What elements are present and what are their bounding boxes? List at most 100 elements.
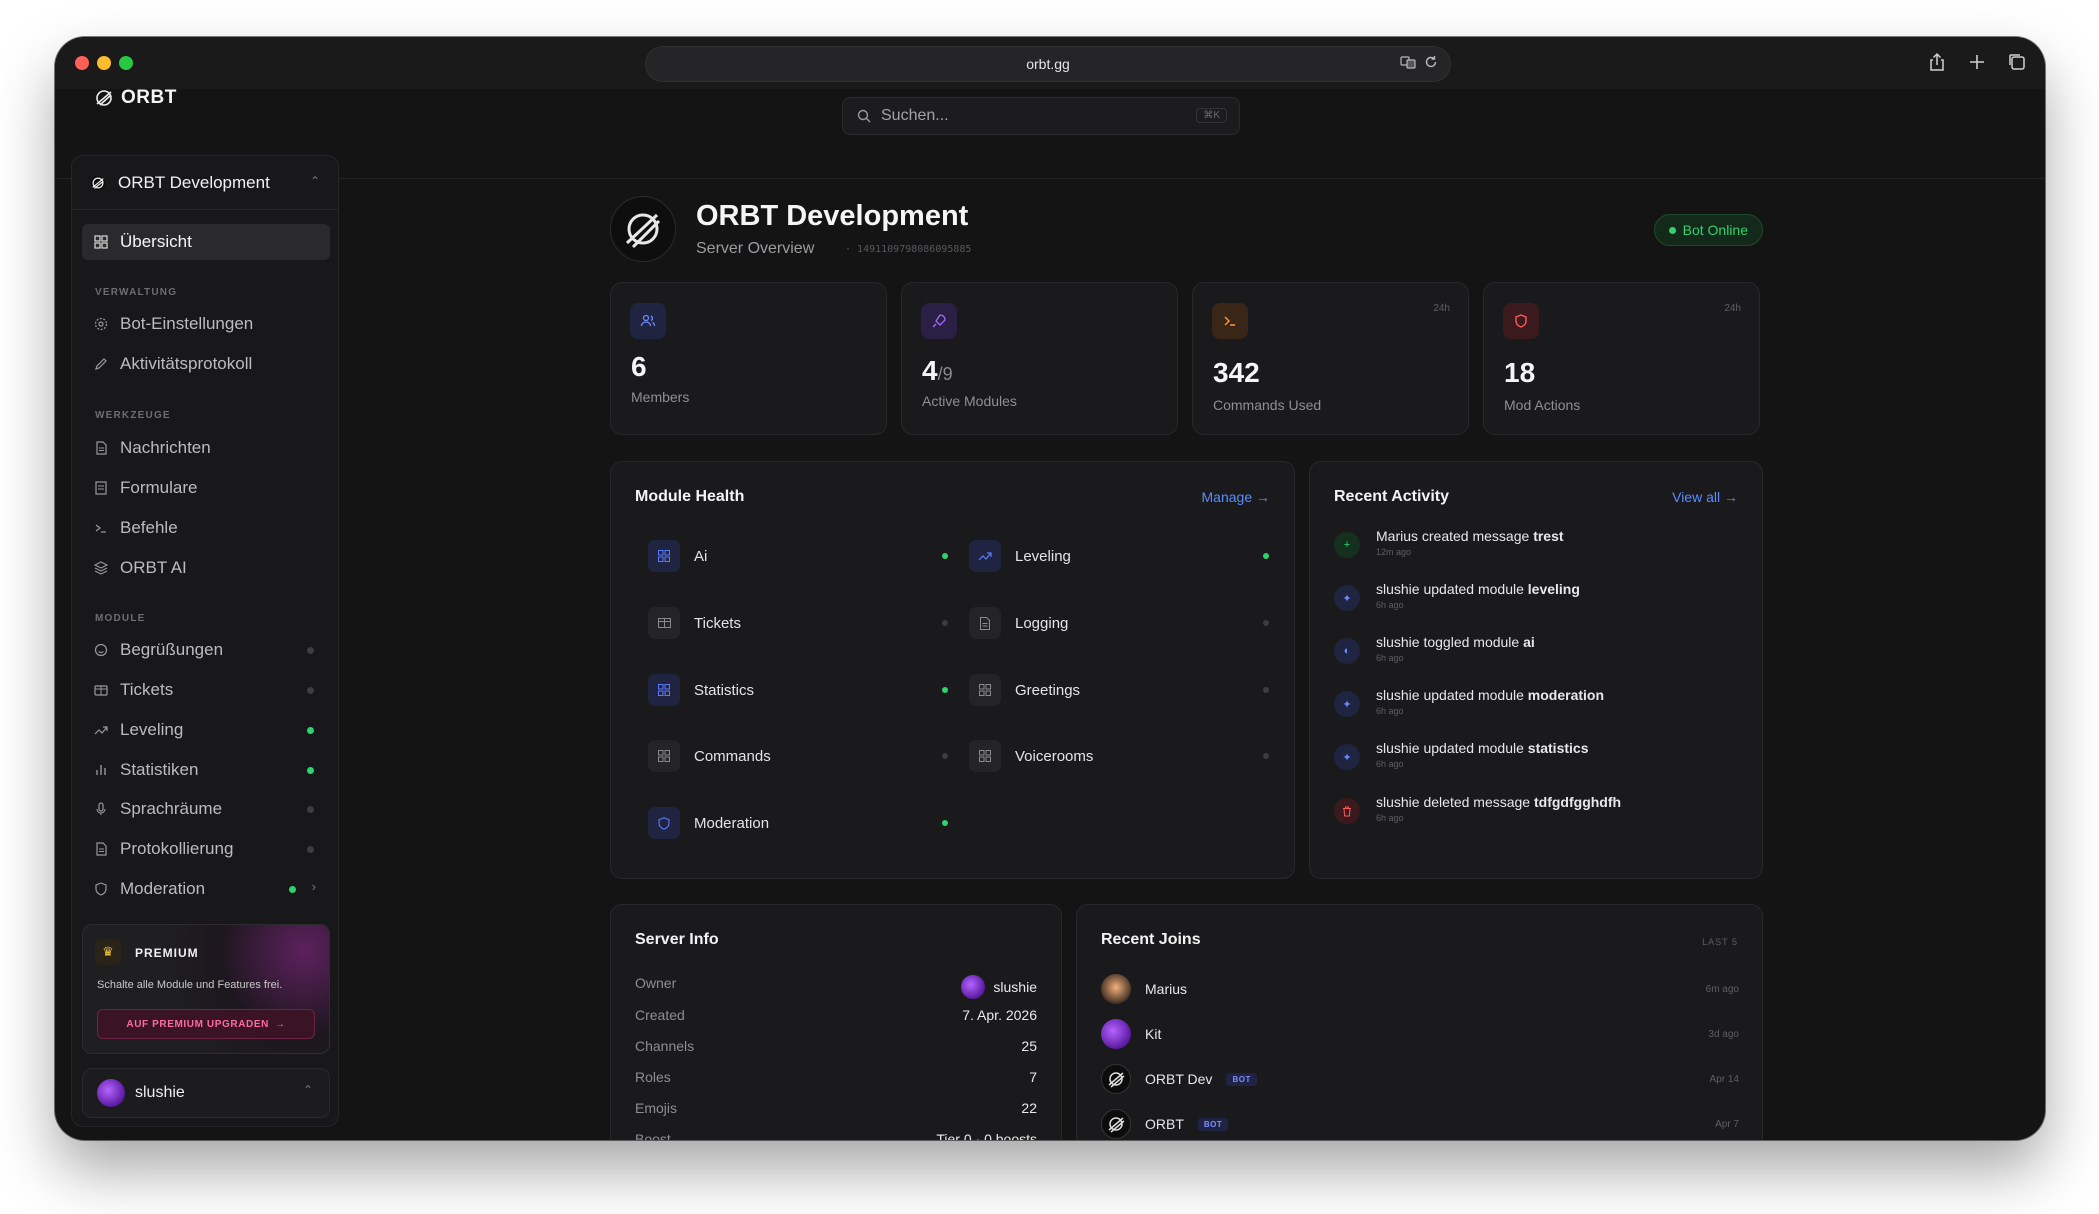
module-health-panel: Module Health Manage → Ai Leveling Ticke… <box>610 461 1295 879</box>
module-row-ai[interactable]: Ai <box>648 539 948 573</box>
trending-up-icon <box>969 540 1001 572</box>
sidebar-item-voicerooms[interactable]: Sprachräume <box>82 791 330 827</box>
activity-item: ✦ slushie updated module leveling 6h ago <box>1334 581 1734 621</box>
server-avatar <box>610 196 676 262</box>
sparkle-icon: ✦ <box>1334 744 1360 770</box>
search-bar[interactable]: ⌘K <box>842 97 1240 135</box>
user-menu[interactable]: slushie ⌃ <box>82 1068 330 1118</box>
orbt-logo-icon <box>1101 1064 1131 1094</box>
info-value: 25 <box>1021 1038 1037 1054</box>
sidebar-item-leveling[interactable]: Leveling <box>82 712 330 748</box>
stat-label: Commands Used <box>1213 397 1322 413</box>
sidebar-item-label: Begrüßungen <box>120 640 224 659</box>
app-logo[interactable]: ORBT <box>95 87 177 109</box>
module-row-statistics[interactable]: Statistics <box>648 673 948 707</box>
module-row-commands[interactable]: Commands <box>648 739 948 773</box>
sidebar-item-label: Statistiken <box>120 760 199 779</box>
join-name: ORBT Dev <box>1145 1071 1213 1087</box>
join-row[interactable]: Marius 6m ago <box>1101 972 1739 1006</box>
module-name: Logging <box>1015 614 1069 632</box>
ticket-icon <box>648 607 680 639</box>
manage-link[interactable]: Manage → <box>1202 489 1270 505</box>
activity-text: Marius created message trest <box>1376 528 1564 544</box>
module-row-tickets[interactable]: Tickets <box>648 606 948 640</box>
grid-icon <box>648 740 680 772</box>
info-key: Channels <box>635 1038 695 1054</box>
minimize-window-button[interactable] <box>97 56 111 70</box>
sidebar-item-tickets[interactable]: Tickets <box>82 672 330 708</box>
sidebar: ORBT Development ⌃ Übersicht VERWALTUNG … <box>71 155 339 1127</box>
module-row-greetings[interactable]: Greetings <box>969 673 1269 707</box>
reload-icon[interactable] <box>1424 55 1438 72</box>
activity-text: slushie updated module moderation <box>1376 687 1605 703</box>
view-all-link[interactable]: View all → <box>1672 489 1738 505</box>
search-input[interactable] <box>881 107 1181 125</box>
sidebar-item-greetings[interactable]: Begrüßungen <box>82 632 330 668</box>
users-icon <box>630 303 666 339</box>
toggle-icon: ◐ <box>1334 638 1360 664</box>
sidebar-item-label: Befehle <box>120 518 178 537</box>
stat-period: 24h <box>1724 303 1741 314</box>
module-status-dot <box>942 687 948 693</box>
server-selector[interactable]: ORBT Development ⌃ <box>72 156 338 210</box>
ticket-icon <box>94 683 108 697</box>
app-name: ORBT <box>121 87 177 108</box>
new-tab-icon[interactable] <box>1967 52 1987 72</box>
sidebar-item-commands[interactable]: Befehle <box>82 510 330 546</box>
sidebar-item-activity-log[interactable]: Aktivitätsprotokoll <box>82 346 330 382</box>
section-header-modules: MODULE <box>95 613 146 624</box>
join-row[interactable]: ORBT BOT Apr 7 <box>1101 1107 1739 1140</box>
sidebar-item-moderation[interactable]: Moderation › <box>82 871 330 907</box>
stat-label: Mod Actions <box>1504 397 1581 413</box>
info-value: 7 <box>1029 1069 1037 1085</box>
sidebar-item-logging[interactable]: Protokollierung <box>82 831 330 867</box>
module-name: Commands <box>694 747 771 765</box>
module-row-voicerooms[interactable]: Voicerooms <box>969 739 1269 773</box>
stat-card-active-modules: 4/9 Active Modules <box>901 282 1178 435</box>
file-icon <box>94 842 108 856</box>
sidebar-item-statistics[interactable]: Statistiken <box>82 752 330 788</box>
address-bar[interactable]: orbt.gg <box>645 46 1451 82</box>
search-icon <box>857 109 871 123</box>
module-row-logging[interactable]: Logging <box>969 606 1269 640</box>
translate-icon[interactable] <box>1400 55 1416 72</box>
info-key: Created <box>635 1007 685 1023</box>
section-header-tools: WERKZEUGE <box>95 410 171 421</box>
layers-icon <box>94 561 108 575</box>
join-row[interactable]: Kit 3d ago <box>1101 1017 1739 1051</box>
sidebar-item-forms[interactable]: Formulare <box>82 470 330 506</box>
bar-chart-icon <box>94 763 108 777</box>
tabs-overview-icon[interactable] <box>2007 52 2027 72</box>
panel-title: Module Health <box>635 488 745 505</box>
activity-time: 6h ago <box>1376 706 1404 716</box>
activity-item: ✦ slushie updated module statistics 6h a… <box>1334 740 1734 780</box>
close-window-button[interactable] <box>75 56 89 70</box>
module-status-dot <box>307 767 314 774</box>
username: slushie <box>135 1084 185 1101</box>
bot-badge: BOT <box>1197 1117 1229 1131</box>
module-name: Greetings <box>1015 681 1081 699</box>
module-status-dot <box>307 647 314 654</box>
module-row-leveling[interactable]: Leveling <box>969 539 1269 573</box>
sidebar-item-bot-settings[interactable]: Bot-Einstellungen <box>82 306 330 342</box>
stat-period: 24h <box>1433 303 1450 314</box>
grid-icon <box>94 235 108 249</box>
upgrade-premium-button[interactable]: AUF PREMIUM UPGRADEN → <box>97 1009 315 1039</box>
sidebar-item-messages[interactable]: Nachrichten <box>82 430 330 466</box>
stat-card-commands-used: 24h 342 Commands Used <box>1192 282 1469 435</box>
sidebar-item-label: Formulare <box>120 478 198 497</box>
module-status-dot <box>289 886 296 893</box>
share-icon[interactable] <box>1927 52 1947 72</box>
activity-item: ◐ slushie toggled module ai 6h ago <box>1334 634 1734 674</box>
join-time: Apr 7 <box>1715 1118 1739 1130</box>
join-row[interactable]: ORBT Dev BOT Apr 14 <box>1101 1062 1739 1096</box>
module-status-dot <box>942 553 948 559</box>
info-key: Owner <box>635 975 677 991</box>
sidebar-item-orbt-ai[interactable]: ORBT AI <box>82 550 330 586</box>
maximize-window-button[interactable] <box>119 56 133 70</box>
module-row-moderation[interactable]: Moderation <box>648 806 948 840</box>
trash-icon <box>1334 798 1360 824</box>
status-dot <box>1668 226 1676 234</box>
sparkle-icon: ✦ <box>1334 585 1360 611</box>
sidebar-item-overview[interactable]: Übersicht <box>82 224 330 260</box>
